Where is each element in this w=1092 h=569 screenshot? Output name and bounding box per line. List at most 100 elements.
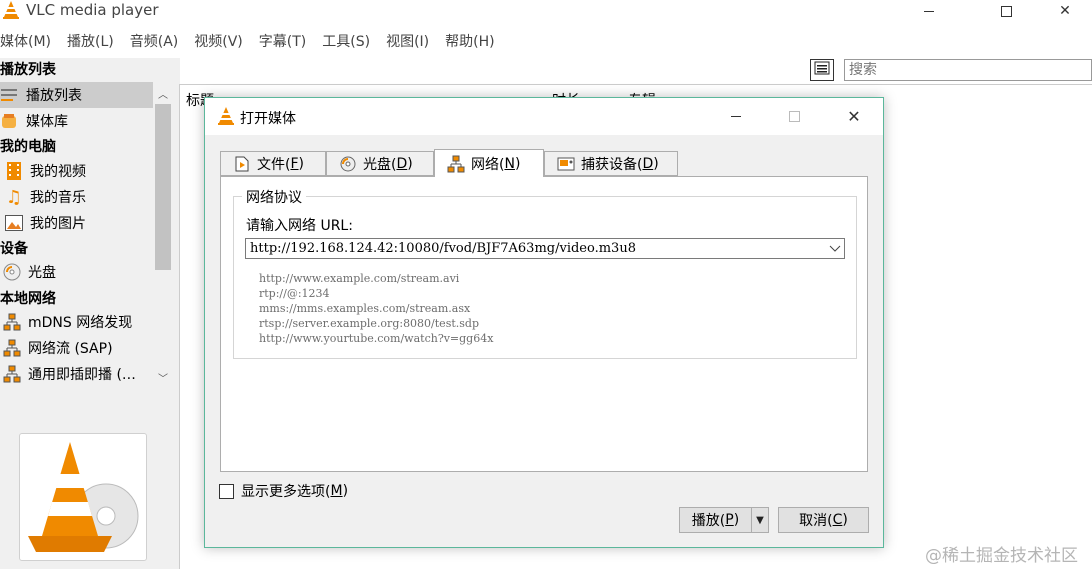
- close-button[interactable]: ✕: [1042, 0, 1088, 22]
- sidebar-header-my-computer: 我的电脑: [0, 139, 56, 155]
- button-label: 播放(: [691, 513, 726, 529]
- network-tab-panel: 网络协议 请输入网络 URL: http://192.168.124.42:10…: [220, 176, 868, 472]
- cancel-button[interactable]: 取消(C): [778, 507, 869, 533]
- menu-help[interactable]: 帮助(H): [445, 30, 494, 54]
- film-icon: [4, 161, 24, 181]
- sidebar-item-my-videos[interactable]: 我的视频: [0, 158, 155, 184]
- album-art: [19, 433, 147, 561]
- dialog-maximize-button[interactable]: [771, 102, 817, 130]
- url-example: mms://mms.examples.com/stream.asx: [259, 302, 471, 315]
- capture-device-icon: [557, 155, 575, 173]
- window-title: VLC media player: [26, 1, 159, 19]
- maximize-button[interactable]: [983, 0, 1029, 22]
- sidebar-item-label: 通用即插即播 (…: [28, 367, 136, 383]
- play-split-button: 播放(P) ▼: [679, 507, 769, 533]
- sidebar-header-local-network: 本地网络: [0, 291, 56, 307]
- button-accelerator: P: [725, 512, 734, 528]
- sidebar-item-my-music[interactable]: ♫ 我的音乐: [0, 184, 155, 210]
- vlc-logo-icon: [28, 442, 139, 552]
- close-icon: ✕: [847, 106, 861, 126]
- button-label: 取消(: [799, 513, 833, 529]
- sidebar-item-label: 媒体库: [26, 114, 68, 130]
- watermark: @稀土掘金技术社区: [925, 546, 1078, 566]
- playlist-icon: [0, 85, 20, 105]
- minimize-icon: [731, 115, 741, 117]
- url-examples: http://www.example.com/stream.avi rtp://…: [259, 271, 493, 346]
- tab-accelerator: D: [642, 155, 654, 172]
- maximize-icon: [788, 110, 800, 122]
- network-protocol-group: 网络协议 请输入网络 URL: http://192.168.124.42:10…: [233, 187, 857, 359]
- tab-capture-device[interactable]: 捕获设备(D): [544, 151, 678, 176]
- sidebar-item-label: 我的音乐: [30, 190, 86, 206]
- tab-network[interactable]: 网络(N): [434, 149, 544, 177]
- url-combobox[interactable]: http://192.168.124.42:10080/fvod/BJF7A63…: [245, 238, 845, 259]
- network-icon: [2, 364, 22, 384]
- sidebar: 播放列表 播放列表 媒体库 我的电脑 我的视频 ♫ 我的音乐 我的图片 设备 光…: [0, 58, 180, 569]
- url-input[interactable]: http://192.168.124.42:10080/fvod/BJF7A63…: [246, 241, 826, 256]
- chevron-down-icon[interactable]: [826, 239, 844, 258]
- library-icon: [0, 111, 20, 131]
- url-label: 请输入网络 URL:: [246, 218, 353, 234]
- tab-accelerator: F: [290, 155, 299, 172]
- show-more-options-checkbox[interactable]: 显示更多选项(M): [219, 481, 348, 501]
- music-note-icon: ♫: [5, 186, 23, 208]
- tab-file[interactable]: 文件(F): [220, 151, 326, 176]
- menu-audio[interactable]: 音频(A): [130, 30, 179, 54]
- play-button[interactable]: 播放(P): [680, 508, 752, 532]
- playlist-view-button[interactable]: [810, 59, 834, 81]
- menu-view[interactable]: 视图(I): [386, 30, 429, 54]
- scrollbar-thumb[interactable]: [155, 104, 171, 270]
- tab-label: 捕获设备(: [581, 156, 643, 173]
- url-example: rtp://@:1234: [259, 287, 330, 300]
- checkbox[interactable]: [219, 483, 234, 499]
- menu-playback[interactable]: 播放(L): [67, 30, 114, 54]
- sidebar-item-library[interactable]: 媒体库: [0, 108, 155, 134]
- file-icon: [233, 155, 251, 173]
- sidebar-item-label: 光盘: [28, 265, 56, 281]
- sidebar-item-label: 网络流 (SAP): [28, 341, 113, 357]
- minimize-icon: [924, 10, 934, 12]
- checkbox-accelerator: M: [330, 483, 343, 499]
- network-icon: [2, 312, 22, 332]
- dialog-minimize-button[interactable]: [713, 102, 759, 130]
- vlc-cone-icon: [2, 0, 20, 20]
- sidebar-item-disc[interactable]: 光盘: [0, 259, 155, 285]
- checkbox-label: 显示更多选项(: [241, 484, 331, 500]
- url-example: rtsp://server.example.org:8080/test.sdp: [259, 317, 479, 330]
- menu-subtitle[interactable]: 字幕(T): [259, 30, 306, 54]
- title-bar: VLC media player ✕: [0, 0, 1092, 30]
- play-dropdown-button[interactable]: ▼: [752, 508, 768, 532]
- caret-down-icon: ▼: [756, 514, 764, 526]
- menu-tools[interactable]: 工具(S): [322, 30, 370, 54]
- sidebar-item-label: 播放列表: [26, 88, 82, 104]
- sidebar-item-mdns[interactable]: mDNS 网络发现: [0, 309, 155, 335]
- sidebar-scrollbar[interactable]: ︿ ﹀: [153, 82, 173, 385]
- url-example: http://www.example.com/stream.avi: [259, 272, 460, 285]
- search-input[interactable]: [844, 59, 1092, 81]
- dialog-close-button[interactable]: ✕: [831, 102, 877, 130]
- button-accelerator: C: [832, 512, 843, 528]
- network-icon: [447, 155, 465, 173]
- close-icon: ✕: [1059, 3, 1071, 19]
- sidebar-item-my-pictures[interactable]: 我的图片: [0, 210, 155, 236]
- maximize-icon: [1000, 5, 1012, 17]
- sidebar-item-upnp[interactable]: 通用即插即播 (…: [0, 361, 155, 387]
- url-example: http://www.yourtube.com/watch?v=gg64x: [259, 332, 494, 345]
- menu-media[interactable]: 媒体(M): [0, 30, 51, 54]
- sidebar-title: 播放列表: [0, 62, 56, 78]
- sidebar-item-playlist[interactable]: 播放列表: [0, 82, 155, 108]
- sidebar-item-label: mDNS 网络发现: [28, 315, 133, 331]
- sidebar-header-devices: 设备: [0, 241, 28, 257]
- minimize-button[interactable]: [906, 0, 952, 22]
- tab-label: 文件(: [257, 156, 291, 173]
- scroll-down-icon[interactable]: ﹀: [155, 370, 171, 385]
- list-view-icon: [814, 61, 830, 79]
- tab-disc[interactable]: 光盘(D): [326, 151, 434, 176]
- menu-video[interactable]: 视频(V): [194, 30, 243, 54]
- sidebar-item-sap[interactable]: 网络流 (SAP): [0, 335, 155, 361]
- picture-icon: [4, 213, 24, 233]
- disc-icon: [339, 155, 357, 173]
- panel-divider[interactable]: [179, 84, 180, 569]
- scroll-up-icon[interactable]: ︿: [155, 86, 171, 101]
- tab-label: 网络(: [471, 156, 505, 173]
